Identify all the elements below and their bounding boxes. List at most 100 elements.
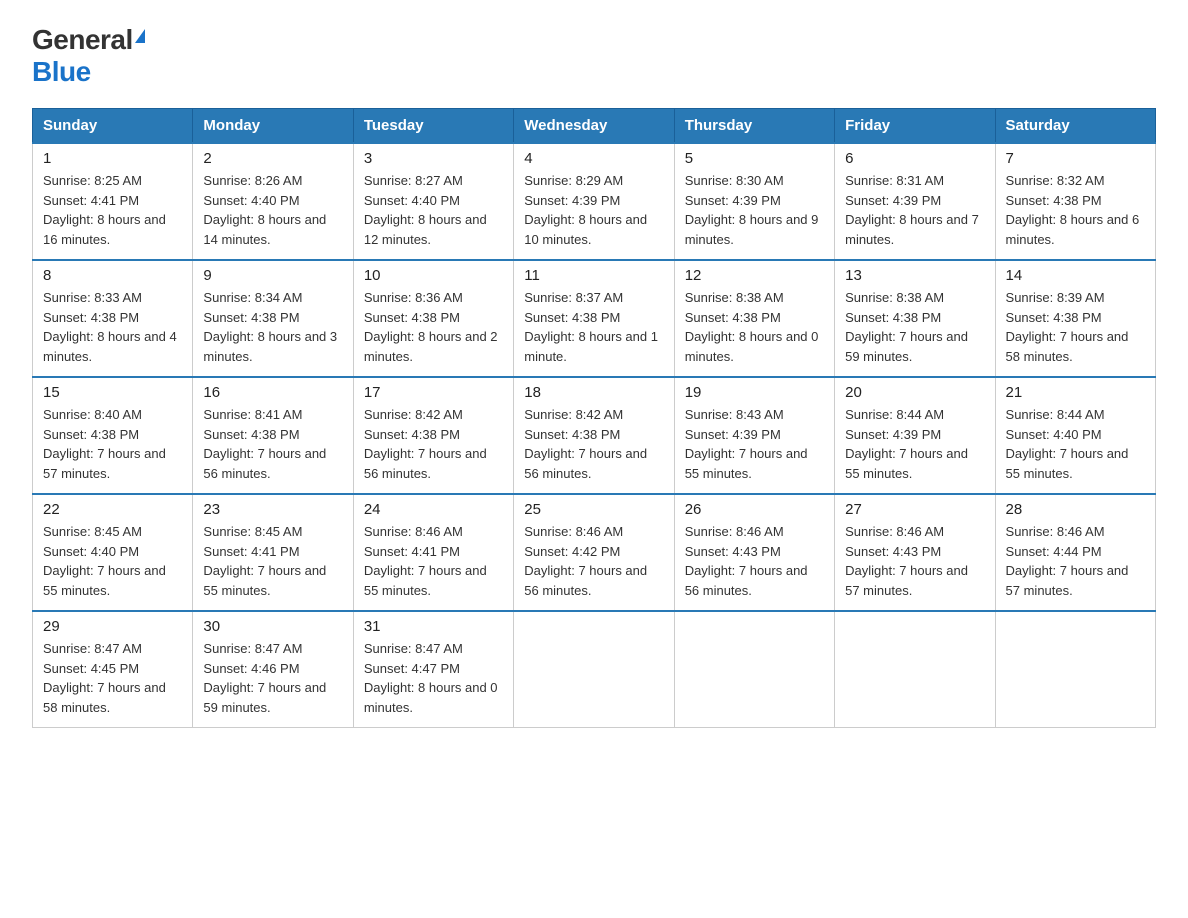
- day-info: Sunrise: 8:47 AM Sunset: 4:46 PM Dayligh…: [203, 639, 342, 717]
- day-info: Sunrise: 8:30 AM Sunset: 4:39 PM Dayligh…: [685, 171, 824, 249]
- calendar-cell: 17 Sunrise: 8:42 AM Sunset: 4:38 PM Dayl…: [353, 377, 513, 494]
- calendar-cell: 8 Sunrise: 8:33 AM Sunset: 4:38 PM Dayli…: [33, 260, 193, 377]
- day-number: 17: [364, 384, 503, 401]
- day-number: 18: [524, 384, 663, 401]
- calendar-cell: 23 Sunrise: 8:45 AM Sunset: 4:41 PM Dayl…: [193, 494, 353, 611]
- day-info: Sunrise: 8:47 AM Sunset: 4:45 PM Dayligh…: [43, 639, 182, 717]
- day-info: Sunrise: 8:42 AM Sunset: 4:38 PM Dayligh…: [524, 405, 663, 483]
- logo: General Blue: [32, 24, 145, 88]
- day-number: 25: [524, 501, 663, 518]
- calendar-cell: 7 Sunrise: 8:32 AM Sunset: 4:38 PM Dayli…: [995, 143, 1155, 260]
- calendar-cell: 1 Sunrise: 8:25 AM Sunset: 4:41 PM Dayli…: [33, 143, 193, 260]
- day-info: Sunrise: 8:32 AM Sunset: 4:38 PM Dayligh…: [1006, 171, 1145, 249]
- day-info: Sunrise: 8:26 AM Sunset: 4:40 PM Dayligh…: [203, 171, 342, 249]
- day-info: Sunrise: 8:29 AM Sunset: 4:39 PM Dayligh…: [524, 171, 663, 249]
- day-info: Sunrise: 8:45 AM Sunset: 4:41 PM Dayligh…: [203, 522, 342, 600]
- calendar-week-row: 15 Sunrise: 8:40 AM Sunset: 4:38 PM Dayl…: [33, 377, 1156, 494]
- day-of-week-header: Wednesday: [514, 109, 674, 144]
- day-number: 24: [364, 501, 503, 518]
- calendar-cell: 12 Sunrise: 8:38 AM Sunset: 4:38 PM Dayl…: [674, 260, 834, 377]
- calendar-cell: 25 Sunrise: 8:46 AM Sunset: 4:42 PM Dayl…: [514, 494, 674, 611]
- day-number: 20: [845, 384, 984, 401]
- calendar-cell: 31 Sunrise: 8:47 AM Sunset: 4:47 PM Dayl…: [353, 611, 513, 728]
- day-of-week-header: Sunday: [33, 109, 193, 144]
- day-number: 4: [524, 150, 663, 167]
- day-number: 22: [43, 501, 182, 518]
- calendar-cell: 9 Sunrise: 8:34 AM Sunset: 4:38 PM Dayli…: [193, 260, 353, 377]
- calendar-header-row: SundayMondayTuesdayWednesdayThursdayFrid…: [33, 109, 1156, 144]
- calendar-table: SundayMondayTuesdayWednesdayThursdayFrid…: [32, 108, 1156, 728]
- calendar-cell: 10 Sunrise: 8:36 AM Sunset: 4:38 PM Dayl…: [353, 260, 513, 377]
- calendar-cell: [995, 611, 1155, 728]
- day-number: 21: [1006, 384, 1145, 401]
- day-info: Sunrise: 8:46 AM Sunset: 4:43 PM Dayligh…: [845, 522, 984, 600]
- day-info: Sunrise: 8:39 AM Sunset: 4:38 PM Dayligh…: [1006, 288, 1145, 366]
- day-number: 6: [845, 150, 984, 167]
- day-info: Sunrise: 8:41 AM Sunset: 4:38 PM Dayligh…: [203, 405, 342, 483]
- calendar-cell: 30 Sunrise: 8:47 AM Sunset: 4:46 PM Dayl…: [193, 611, 353, 728]
- logo-general-text: General: [32, 24, 133, 56]
- day-of-week-header: Saturday: [995, 109, 1155, 144]
- calendar-week-row: 1 Sunrise: 8:25 AM Sunset: 4:41 PM Dayli…: [33, 143, 1156, 260]
- calendar-cell: 27 Sunrise: 8:46 AM Sunset: 4:43 PM Dayl…: [835, 494, 995, 611]
- calendar-cell: 20 Sunrise: 8:44 AM Sunset: 4:39 PM Dayl…: [835, 377, 995, 494]
- day-number: 27: [845, 501, 984, 518]
- calendar-cell: 19 Sunrise: 8:43 AM Sunset: 4:39 PM Dayl…: [674, 377, 834, 494]
- calendar-cell: [835, 611, 995, 728]
- day-number: 19: [685, 384, 824, 401]
- day-info: Sunrise: 8:46 AM Sunset: 4:44 PM Dayligh…: [1006, 522, 1145, 600]
- day-info: Sunrise: 8:31 AM Sunset: 4:39 PM Dayligh…: [845, 171, 984, 249]
- day-info: Sunrise: 8:25 AM Sunset: 4:41 PM Dayligh…: [43, 171, 182, 249]
- logo-blue-text: Blue: [32, 56, 91, 88]
- page-header: General Blue: [32, 24, 1156, 88]
- day-number: 15: [43, 384, 182, 401]
- day-info: Sunrise: 8:46 AM Sunset: 4:42 PM Dayligh…: [524, 522, 663, 600]
- day-info: Sunrise: 8:46 AM Sunset: 4:41 PM Dayligh…: [364, 522, 503, 600]
- day-number: 7: [1006, 150, 1145, 167]
- calendar-week-row: 29 Sunrise: 8:47 AM Sunset: 4:45 PM Dayl…: [33, 611, 1156, 728]
- day-info: Sunrise: 8:44 AM Sunset: 4:40 PM Dayligh…: [1006, 405, 1145, 483]
- calendar-cell: 28 Sunrise: 8:46 AM Sunset: 4:44 PM Dayl…: [995, 494, 1155, 611]
- calendar-cell: 24 Sunrise: 8:46 AM Sunset: 4:41 PM Dayl…: [353, 494, 513, 611]
- calendar-cell: [514, 611, 674, 728]
- calendar-cell: 21 Sunrise: 8:44 AM Sunset: 4:40 PM Dayl…: [995, 377, 1155, 494]
- day-number: 30: [203, 618, 342, 635]
- day-info: Sunrise: 8:45 AM Sunset: 4:40 PM Dayligh…: [43, 522, 182, 600]
- day-info: Sunrise: 8:38 AM Sunset: 4:38 PM Dayligh…: [685, 288, 824, 366]
- day-number: 9: [203, 267, 342, 284]
- day-info: Sunrise: 8:40 AM Sunset: 4:38 PM Dayligh…: [43, 405, 182, 483]
- day-info: Sunrise: 8:27 AM Sunset: 4:40 PM Dayligh…: [364, 171, 503, 249]
- day-info: Sunrise: 8:42 AM Sunset: 4:38 PM Dayligh…: [364, 405, 503, 483]
- calendar-cell: 4 Sunrise: 8:29 AM Sunset: 4:39 PM Dayli…: [514, 143, 674, 260]
- day-info: Sunrise: 8:38 AM Sunset: 4:38 PM Dayligh…: [845, 288, 984, 366]
- day-info: Sunrise: 8:36 AM Sunset: 4:38 PM Dayligh…: [364, 288, 503, 366]
- calendar-cell: 14 Sunrise: 8:39 AM Sunset: 4:38 PM Dayl…: [995, 260, 1155, 377]
- day-number: 2: [203, 150, 342, 167]
- day-info: Sunrise: 8:46 AM Sunset: 4:43 PM Dayligh…: [685, 522, 824, 600]
- day-number: 13: [845, 267, 984, 284]
- day-number: 11: [524, 267, 663, 284]
- day-of-week-header: Thursday: [674, 109, 834, 144]
- day-number: 26: [685, 501, 824, 518]
- logo-triangle-icon: [135, 29, 145, 43]
- day-of-week-header: Friday: [835, 109, 995, 144]
- day-number: 12: [685, 267, 824, 284]
- calendar-cell: 26 Sunrise: 8:46 AM Sunset: 4:43 PM Dayl…: [674, 494, 834, 611]
- day-number: 1: [43, 150, 182, 167]
- day-number: 3: [364, 150, 503, 167]
- day-info: Sunrise: 8:33 AM Sunset: 4:38 PM Dayligh…: [43, 288, 182, 366]
- day-number: 31: [364, 618, 503, 635]
- day-number: 28: [1006, 501, 1145, 518]
- day-of-week-header: Tuesday: [353, 109, 513, 144]
- day-info: Sunrise: 8:37 AM Sunset: 4:38 PM Dayligh…: [524, 288, 663, 366]
- calendar-cell: 18 Sunrise: 8:42 AM Sunset: 4:38 PM Dayl…: [514, 377, 674, 494]
- day-number: 16: [203, 384, 342, 401]
- day-number: 8: [43, 267, 182, 284]
- day-info: Sunrise: 8:34 AM Sunset: 4:38 PM Dayligh…: [203, 288, 342, 366]
- calendar-week-row: 8 Sunrise: 8:33 AM Sunset: 4:38 PM Dayli…: [33, 260, 1156, 377]
- day-number: 23: [203, 501, 342, 518]
- calendar-cell: 22 Sunrise: 8:45 AM Sunset: 4:40 PM Dayl…: [33, 494, 193, 611]
- day-number: 5: [685, 150, 824, 167]
- calendar-cell: 6 Sunrise: 8:31 AM Sunset: 4:39 PM Dayli…: [835, 143, 995, 260]
- day-of-week-header: Monday: [193, 109, 353, 144]
